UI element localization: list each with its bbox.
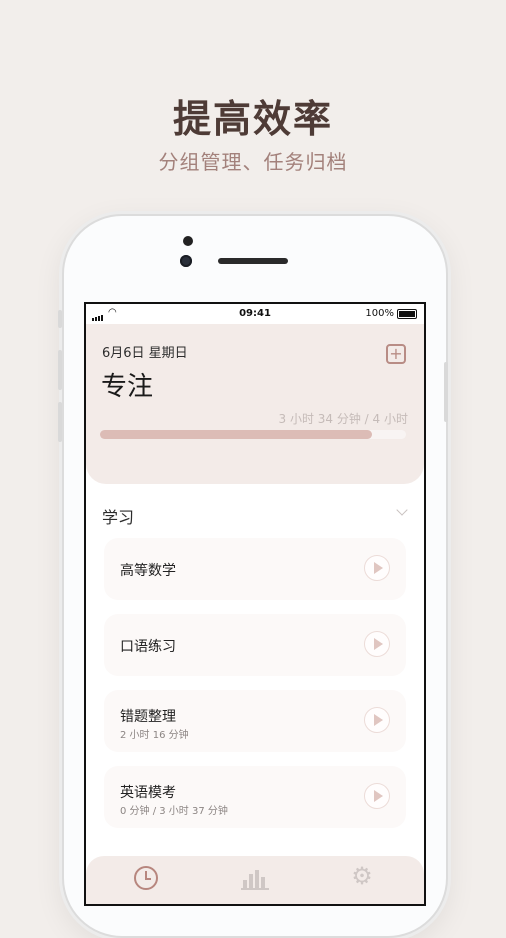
phone-silent-switch (58, 310, 62, 328)
progress-bar-fill (100, 430, 373, 439)
task-name: 口语练习 (120, 639, 176, 655)
task-card[interactable]: 口语练习 (104, 614, 406, 676)
phone-front-camera (180, 255, 192, 267)
app-screen: ◠ 09:41 100% 6月6日 星期日 专注 + 3 小时 34 分钟 / … (84, 302, 426, 906)
task-duration: 0 分钟 / 3 小时 37 分钟 (120, 806, 228, 817)
plus-square-icon[interactable]: + (386, 344, 406, 364)
promo-headline: 提高效率 (172, 97, 333, 141)
status-bar: ◠ 09:41 100% (86, 304, 424, 324)
task-card[interactable]: 高等数学 (104, 538, 406, 600)
task-duration: 2 小时 16 分钟 (120, 730, 189, 741)
play-icon[interactable] (364, 783, 390, 809)
task-card[interactable]: 英语模考 0 分钟 / 3 小时 37 分钟 (104, 766, 406, 828)
page-title: 专注 (101, 372, 154, 402)
progress-bar (100, 430, 406, 439)
gear-icon[interactable]: ⚙ (348, 862, 376, 890)
battery-icon (397, 309, 417, 319)
bar-chart-icon[interactable] (241, 864, 269, 892)
phone-volume-down (58, 402, 62, 442)
play-icon[interactable] (364, 707, 390, 733)
alarm-clock-icon[interactable] (134, 866, 158, 890)
task-name: 英语模考 (120, 785, 176, 801)
phone-power-button (444, 362, 448, 422)
current-date: 6月6日 星期日 (102, 346, 188, 361)
chevron-down-icon[interactable] (396, 504, 408, 516)
group-title[interactable]: 学习 (102, 504, 134, 528)
promo-subheadline: 分组管理、任务归档 (158, 150, 348, 174)
task-name: 错题整理 (120, 709, 176, 725)
task-card[interactable]: 错题整理 2 小时 16 分钟 (104, 690, 406, 752)
tab-bar: ⚙ (86, 856, 424, 904)
play-icon[interactable] (364, 555, 390, 581)
phone-speaker (218, 258, 288, 264)
battery-percent: 100% (365, 308, 394, 319)
progress-text: 3 小时 34 分钟 / 4 小时 (278, 412, 408, 426)
task-name: 高等数学 (120, 563, 176, 579)
play-icon[interactable] (364, 631, 390, 657)
phone-sensor (183, 236, 193, 246)
phone-volume-up (58, 350, 62, 390)
